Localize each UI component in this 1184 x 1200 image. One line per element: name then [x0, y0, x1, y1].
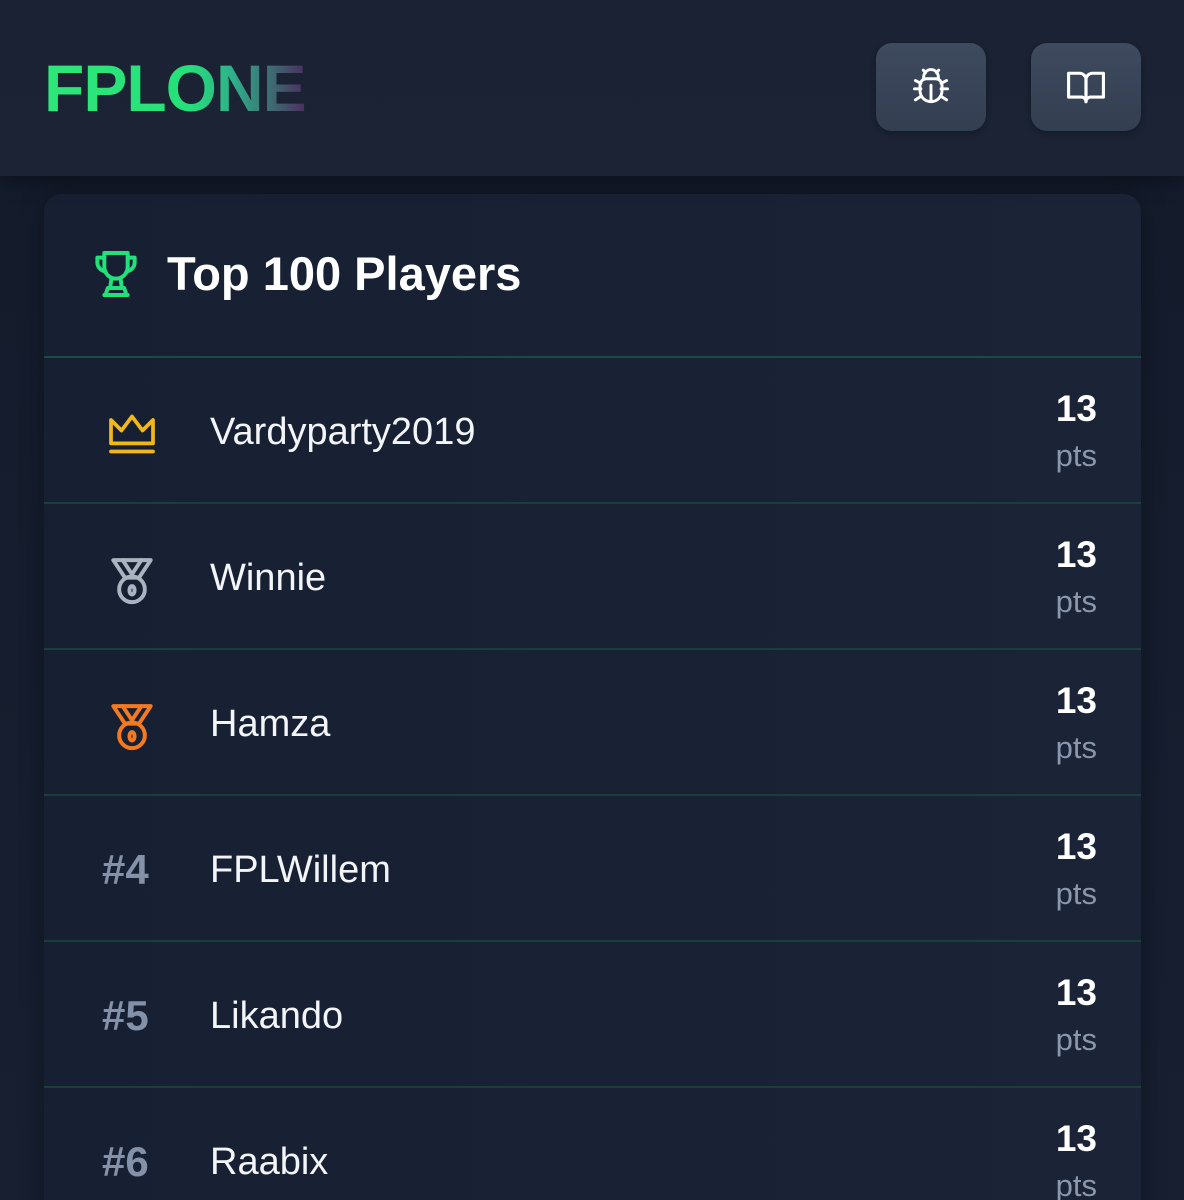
app-logo[interactable]: FPLONE: [44, 52, 307, 124]
player-name: Winnie: [210, 557, 327, 599]
docs-button[interactable]: [1031, 43, 1141, 131]
crown-icon: [109, 414, 155, 454]
player-points: 13: [1055, 534, 1097, 575]
points-unit: pts: [1055, 876, 1097, 911]
leaderboard-title: Top 100 Players: [167, 247, 522, 300]
trophy-icon: [95, 251, 137, 297]
player-name: Likando: [210, 995, 344, 1037]
leaderboard-row[interactable]: #5 Likando 13 pts: [44, 942, 1141, 1088]
rank-number: #4: [102, 846, 149, 893]
points-unit: pts: [1055, 1022, 1097, 1057]
player-points: 13: [1055, 1118, 1097, 1159]
leaderboard-row[interactable]: Hamza 13 pts: [44, 650, 1141, 796]
leaderboard-row[interactable]: #4 FPLWillem 13 pts: [44, 796, 1141, 942]
player-points: 13: [1055, 826, 1097, 867]
app-page: FPLONE Top 100 Players Vardyparty2019 13…: [0, 0, 1184, 1200]
top-header: FPLONE: [0, 0, 1184, 176]
leaderboard-row[interactable]: Vardyparty2019 13 pts: [44, 358, 1141, 504]
points-unit: pts: [1055, 584, 1097, 619]
open-book-icon: [1067, 71, 1105, 104]
leaderboard-header: Top 100 Players: [44, 194, 1141, 358]
player-points: 13: [1055, 388, 1097, 429]
player-name: Hamza: [210, 703, 331, 745]
points-unit: pts: [1055, 730, 1097, 765]
bug-icon: [913, 68, 949, 104]
silver-medal-icon: [111, 558, 153, 605]
rank-number: #5: [102, 992, 149, 1039]
player-points: 13: [1055, 972, 1097, 1013]
player-name: FPLWillem: [210, 849, 391, 891]
bronze-medal-icon: [111, 704, 153, 751]
player-name: Raabix: [210, 1141, 329, 1183]
player-name: Vardyparty2019: [210, 411, 476, 453]
leaderboard-row[interactable]: Winnie 13 pts: [44, 504, 1141, 650]
points-unit: pts: [1055, 1168, 1097, 1200]
leaderboard-card: Top 100 Players Vardyparty2019 13 pts Wi…: [44, 194, 1141, 1200]
points-unit: pts: [1055, 438, 1097, 473]
leaderboard-row[interactable]: #6 Raabix 13 pts: [44, 1088, 1141, 1200]
rank-number: #6: [102, 1138, 149, 1185]
player-points: 13: [1055, 680, 1097, 721]
report-bug-button[interactable]: [876, 43, 986, 131]
